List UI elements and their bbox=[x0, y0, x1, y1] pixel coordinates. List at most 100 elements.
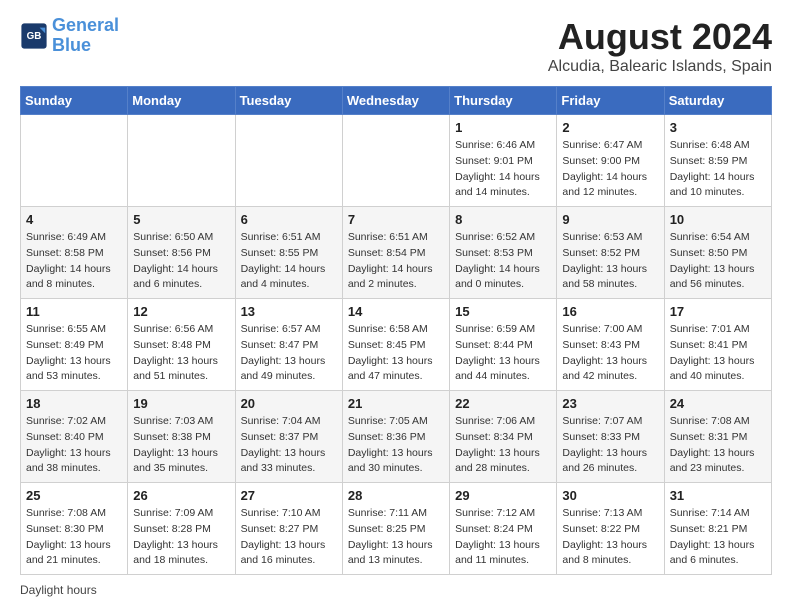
day-number: 8 bbox=[455, 212, 551, 227]
logo-text: General Blue bbox=[52, 16, 119, 56]
day-info: Sunrise: 7:03 AM Sunset: 8:38 PM Dayligh… bbox=[133, 414, 229, 477]
header: GB General Blue August 2024 Alcudia, Bal… bbox=[20, 16, 772, 76]
calendar-week-row: 25 Sunrise: 7:08 AM Sunset: 8:30 PM Dayli… bbox=[21, 483, 772, 575]
day-info: Sunrise: 7:07 AM Sunset: 8:33 PM Dayligh… bbox=[562, 414, 658, 477]
day-number: 3 bbox=[670, 120, 766, 135]
month-title: August 2024 bbox=[548, 16, 772, 58]
footer-note: Daylight hours bbox=[20, 583, 772, 597]
calendar-week-row: 4Sunrise: 6:49 AM Sunset: 8:58 PM Daylig… bbox=[21, 207, 772, 299]
day-info: Sunrise: 6:59 AM Sunset: 8:44 PM Dayligh… bbox=[455, 322, 551, 385]
weekday-header-tuesday: Tuesday bbox=[235, 87, 342, 115]
day-number: 10 bbox=[670, 212, 766, 227]
day-number: 31 bbox=[670, 488, 766, 503]
day-info: Sunrise: 7:10 AM Sunset: 8:27 PM Dayligh… bbox=[241, 506, 337, 569]
day-info: Sunrise: 6:55 AM Sunset: 8:49 PM Dayligh… bbox=[26, 322, 122, 385]
calendar-cell: 29 Sunrise: 7:12 AM Sunset: 8:24 PM Dayli… bbox=[450, 483, 557, 575]
calendar-cell: 20Sunrise: 7:04 AM Sunset: 8:37 PM Dayli… bbox=[235, 391, 342, 483]
day-number: 27 bbox=[241, 488, 337, 503]
logo: GB General Blue bbox=[20, 16, 119, 56]
weekday-header-sunday: Sunday bbox=[21, 87, 128, 115]
calendar-cell: 2Sunrise: 6:47 AM Sunset: 9:00 PM Daylig… bbox=[557, 115, 664, 207]
logo-icon: GB bbox=[20, 22, 48, 50]
day-number: 29 bbox=[455, 488, 551, 503]
day-info: Sunrise: 7:13 AM Sunset: 8:22 PM Dayligh… bbox=[562, 506, 658, 569]
day-info: Sunrise: 7:09 AM Sunset: 8:28 PM Dayligh… bbox=[133, 506, 229, 569]
calendar-week-row: 11 Sunrise: 6:55 AM Sunset: 8:49 PM Dayli… bbox=[21, 299, 772, 391]
calendar-cell: 13 Sunrise: 6:57 AM Sunset: 8:47 PM Dayli… bbox=[235, 299, 342, 391]
calendar-cell: 14 Sunrise: 6:58 AM Sunset: 8:45 PM Dayli… bbox=[342, 299, 449, 391]
calendar-cell: 15 Sunrise: 6:59 AM Sunset: 8:44 PM Dayli… bbox=[450, 299, 557, 391]
calendar-cell: 21 Sunrise: 7:05 AM Sunset: 8:36 PM Dayli… bbox=[342, 391, 449, 483]
day-number: 21 bbox=[348, 396, 444, 411]
calendar-cell: 24 Sunrise: 7:08 AM Sunset: 8:31 PM Dayli… bbox=[664, 391, 771, 483]
day-number: 1 bbox=[455, 120, 551, 135]
calendar-cell: 27 Sunrise: 7:10 AM Sunset: 8:27 PM Dayli… bbox=[235, 483, 342, 575]
weekday-header-thursday: Thursday bbox=[450, 87, 557, 115]
day-number: 24 bbox=[670, 396, 766, 411]
day-info: Sunrise: 7:08 AM Sunset: 8:31 PM Dayligh… bbox=[670, 414, 766, 477]
day-info: Sunrise: 7:04 AM Sunset: 8:37 PM Dayligh… bbox=[241, 414, 337, 477]
calendar-cell: 17Sunrise: 7:01 AM Sunset: 8:41 PM Dayli… bbox=[664, 299, 771, 391]
day-info: Sunrise: 7:01 AM Sunset: 8:41 PM Dayligh… bbox=[670, 322, 766, 385]
day-info: Sunrise: 6:49 AM Sunset: 8:58 PM Dayligh… bbox=[26, 230, 122, 293]
calendar-table: SundayMondayTuesdayWednesdayThursdayFrid… bbox=[20, 86, 772, 575]
day-number: 12 bbox=[133, 304, 229, 319]
calendar-cell: 6 Sunrise: 6:51 AM Sunset: 8:55 PM Daylig… bbox=[235, 207, 342, 299]
day-number: 11 bbox=[26, 304, 122, 319]
calendar-cell: 8 Sunrise: 6:52 AM Sunset: 8:53 PM Daylig… bbox=[450, 207, 557, 299]
calendar-cell: 5 Sunrise: 6:50 AM Sunset: 8:56 PM Daylig… bbox=[128, 207, 235, 299]
day-number: 13 bbox=[241, 304, 337, 319]
day-info: Sunrise: 7:14 AM Sunset: 8:21 PM Dayligh… bbox=[670, 506, 766, 569]
day-info: Sunrise: 7:05 AM Sunset: 8:36 PM Dayligh… bbox=[348, 414, 444, 477]
day-info: Sunrise: 7:02 AM Sunset: 8:40 PM Dayligh… bbox=[26, 414, 122, 477]
weekday-header-row: SundayMondayTuesdayWednesdayThursdayFrid… bbox=[21, 87, 772, 115]
day-info: Sunrise: 7:12 AM Sunset: 8:24 PM Dayligh… bbox=[455, 506, 551, 569]
calendar-cell: 4Sunrise: 6:49 AM Sunset: 8:58 PM Daylig… bbox=[21, 207, 128, 299]
calendar-cell: 16Sunrise: 7:00 AM Sunset: 8:43 PM Dayli… bbox=[557, 299, 664, 391]
day-number: 23 bbox=[562, 396, 658, 411]
day-info: Sunrise: 6:53 AM Sunset: 8:52 PM Dayligh… bbox=[562, 230, 658, 293]
day-number: 2 bbox=[562, 120, 658, 135]
day-info: Sunrise: 6:58 AM Sunset: 8:45 PM Dayligh… bbox=[348, 322, 444, 385]
day-info: Sunrise: 7:08 AM Sunset: 8:30 PM Dayligh… bbox=[26, 506, 122, 569]
day-number: 19 bbox=[133, 396, 229, 411]
svg-text:GB: GB bbox=[27, 31, 42, 42]
day-number: 18 bbox=[26, 396, 122, 411]
day-number: 5 bbox=[133, 212, 229, 227]
day-info: Sunrise: 6:51 AM Sunset: 8:55 PM Dayligh… bbox=[241, 230, 337, 293]
calendar-cell: 30Sunrise: 7:13 AM Sunset: 8:22 PM Dayli… bbox=[557, 483, 664, 575]
day-info: Sunrise: 6:48 AM Sunset: 8:59 PM Dayligh… bbox=[670, 138, 766, 201]
day-info: Sunrise: 6:46 AM Sunset: 9:01 PM Dayligh… bbox=[455, 138, 551, 201]
calendar-cell bbox=[235, 115, 342, 207]
logo-line2: Blue bbox=[52, 35, 91, 55]
calendar-cell: 23 Sunrise: 7:07 AM Sunset: 8:33 PM Dayli… bbox=[557, 391, 664, 483]
calendar-cell: 12Sunrise: 6:56 AM Sunset: 8:48 PM Dayli… bbox=[128, 299, 235, 391]
day-info: Sunrise: 6:50 AM Sunset: 8:56 PM Dayligh… bbox=[133, 230, 229, 293]
calendar-cell: 25 Sunrise: 7:08 AM Sunset: 8:30 PM Dayli… bbox=[21, 483, 128, 575]
day-info: Sunrise: 7:00 AM Sunset: 8:43 PM Dayligh… bbox=[562, 322, 658, 385]
weekday-header-monday: Monday bbox=[128, 87, 235, 115]
day-number: 7 bbox=[348, 212, 444, 227]
calendar-cell: 31 Sunrise: 7:14 AM Sunset: 8:21 PM Dayli… bbox=[664, 483, 771, 575]
calendar-cell: 9Sunrise: 6:53 AM Sunset: 8:52 PM Daylig… bbox=[557, 207, 664, 299]
day-number: 15 bbox=[455, 304, 551, 319]
weekday-header-saturday: Saturday bbox=[664, 87, 771, 115]
day-number: 14 bbox=[348, 304, 444, 319]
calendar-week-row: 1 Sunrise: 6:46 AM Sunset: 9:01 PM Daylig… bbox=[21, 115, 772, 207]
calendar-cell: 1 Sunrise: 6:46 AM Sunset: 9:01 PM Daylig… bbox=[450, 115, 557, 207]
calendar-cell bbox=[21, 115, 128, 207]
day-info: Sunrise: 6:51 AM Sunset: 8:54 PM Dayligh… bbox=[348, 230, 444, 293]
calendar-cell: 3 Sunrise: 6:48 AM Sunset: 8:59 PM Daylig… bbox=[664, 115, 771, 207]
day-number: 6 bbox=[241, 212, 337, 227]
day-number: 22 bbox=[455, 396, 551, 411]
calendar-cell: 7 Sunrise: 6:51 AM Sunset: 8:54 PM Daylig… bbox=[342, 207, 449, 299]
day-info: Sunrise: 6:57 AM Sunset: 8:47 PM Dayligh… bbox=[241, 322, 337, 385]
day-info: Sunrise: 7:11 AM Sunset: 8:25 PM Dayligh… bbox=[348, 506, 444, 569]
day-info: Sunrise: 7:06 AM Sunset: 8:34 PM Dayligh… bbox=[455, 414, 551, 477]
calendar-cell bbox=[342, 115, 449, 207]
day-number: 26 bbox=[133, 488, 229, 503]
day-info: Sunrise: 6:52 AM Sunset: 8:53 PM Dayligh… bbox=[455, 230, 551, 293]
calendar-cell: 26 Sunrise: 7:09 AM Sunset: 8:28 PM Dayli… bbox=[128, 483, 235, 575]
calendar-cell: 10Sunrise: 6:54 AM Sunset: 8:50 PM Dayli… bbox=[664, 207, 771, 299]
day-number: 25 bbox=[26, 488, 122, 503]
